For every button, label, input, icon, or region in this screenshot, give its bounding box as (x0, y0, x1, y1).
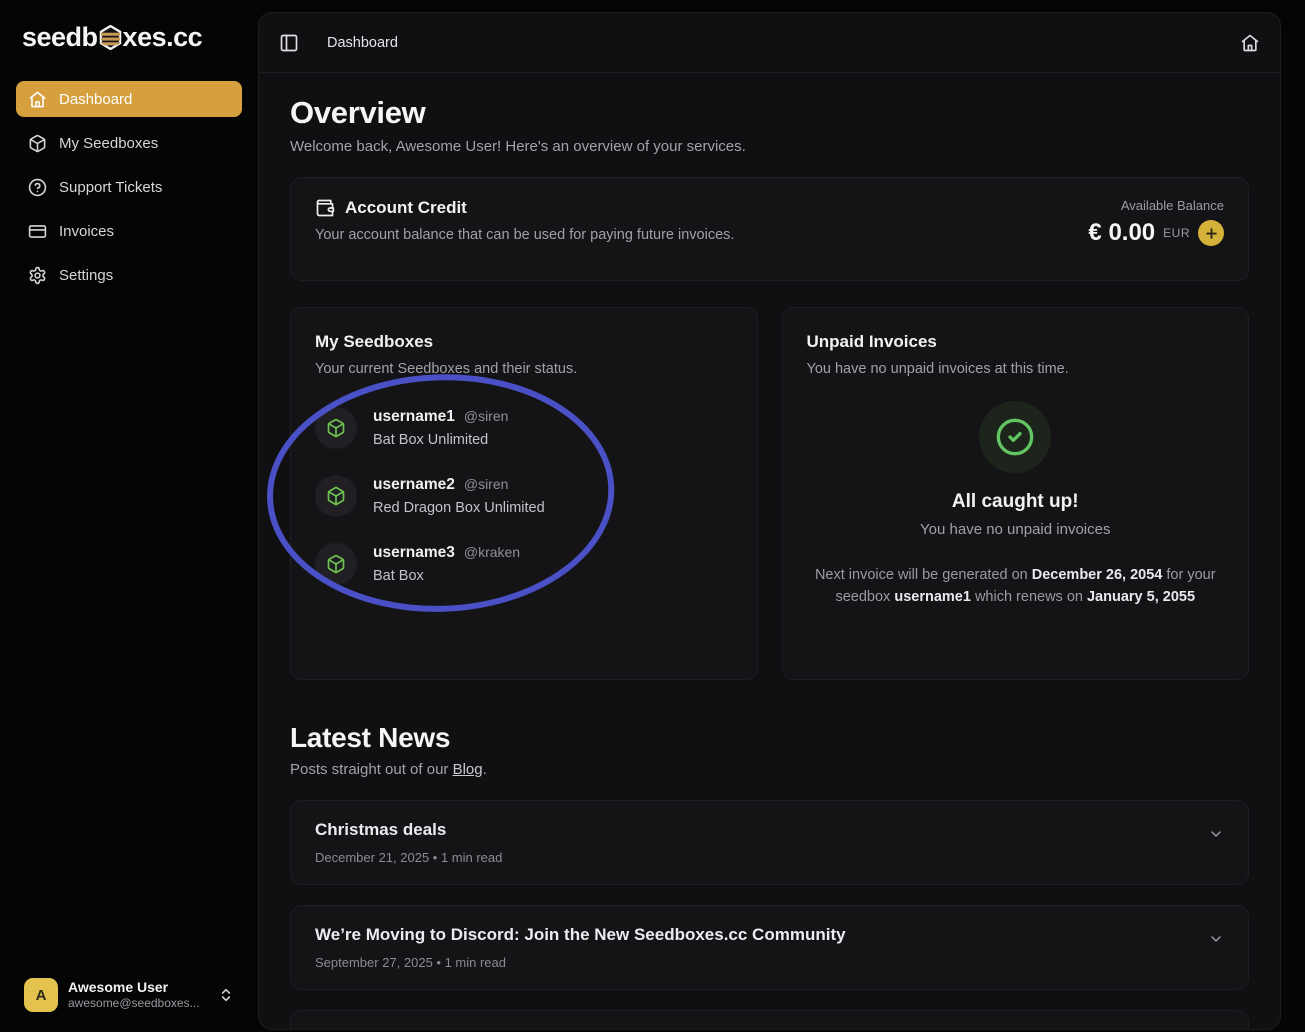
logo-text-suffix: xes.cc (123, 22, 203, 53)
chevrons-up-down-icon (218, 987, 234, 1003)
next-invoice-text: Next invoice will be generated on Decemb… (807, 564, 1225, 609)
news-item-body: Christmas deals December 21, 2025 • 1 mi… (315, 820, 502, 865)
account-credit-left: Account Credit Your account balance that… (315, 198, 734, 243)
sidebar-item-label: My Seedboxes (59, 135, 158, 152)
my-seedboxes-card: My Seedboxes Your current Seedboxes and … (290, 307, 758, 680)
help-circle-icon (28, 178, 47, 197)
seedbox-plan: Bat Box (373, 568, 520, 584)
account-credit-card: Account Credit Your account balance that… (290, 177, 1249, 281)
user-name: Awesome User (68, 979, 208, 996)
next-invoice-renew-date: January 5, 2055 (1087, 589, 1195, 605)
box-icon (28, 134, 47, 153)
credit-card-icon (28, 222, 47, 241)
sidebar-item-label: Support Tickets (59, 179, 162, 196)
news-item-title: We’re Moving to Discord: Join the New Se… (315, 925, 846, 945)
box-icon (315, 543, 357, 585)
seedbox-plan: Bat Box Unlimited (373, 432, 508, 448)
latest-news-title: Latest News (290, 722, 1249, 754)
status-subtitle: You have no unpaid invoices (920, 521, 1110, 538)
sidebar-item-support-tickets[interactable]: Support Tickets (16, 169, 242, 205)
gear-icon (28, 266, 47, 285)
user-meta: Awesome User awesome@seedboxes... (68, 979, 208, 1011)
home-icon (28, 90, 47, 109)
account-credit-balance: Available Balance € 0.00 EUR (1088, 198, 1224, 247)
balance-label: Available Balance (1088, 198, 1224, 213)
seedbox-list: username1 @siren Bat Box Unlimited (315, 407, 733, 585)
seedbox-handle: @kraken (464, 544, 520, 560)
news-item[interactable]: We’re Moving to Discord: Join the New Se… (290, 905, 1249, 990)
unpaid-invoices-status: All caught up! You have no unpaid invoic… (807, 401, 1225, 609)
logo-text-prefix: seedb (22, 22, 98, 53)
seedbox-username: username3 (373, 544, 455, 562)
box-icon (315, 475, 357, 517)
bee-hexagon-icon (99, 25, 122, 50)
breadcrumb: Dashboard (327, 35, 398, 51)
blog-link[interactable]: Blog (453, 761, 483, 778)
sidebar-toggle-button[interactable] (279, 33, 299, 53)
news-item[interactable]: Christmas deals December 21, 2025 • 1 mi… (290, 800, 1249, 885)
user-email: awesome@seedboxes... (68, 996, 208, 1012)
wallet-icon (315, 198, 335, 218)
sidebar-item-my-seedboxes[interactable]: My Seedboxes (16, 125, 242, 161)
brand-logo: seedb xes.cc (0, 0, 258, 71)
my-seedboxes-subtitle: Your current Seedboxes and their status. (315, 361, 733, 377)
unpaid-invoices-title: Unpaid Invoices (807, 332, 1225, 352)
avatar: A (24, 978, 58, 1012)
balance-currency: EUR (1163, 226, 1190, 240)
sidebar-item-label: Dashboard (59, 91, 132, 108)
seedbox-handle: @siren (464, 476, 509, 492)
sidebar-item-settings[interactable]: Settings (16, 257, 242, 293)
box-icon (315, 407, 357, 449)
seedbox-list-item[interactable]: username2 @siren Red Dragon Box Unlimite… (315, 475, 733, 517)
add-credit-button[interactable] (1198, 220, 1224, 246)
news-item-body: We’re Moving to Discord: Join the New Se… (315, 925, 846, 970)
dashboard-content: Overview Welcome back, Awesome User! Her… (259, 73, 1280, 1030)
news-subtitle-prefix: Posts straight out of our (290, 761, 453, 778)
next-invoice-prefix: Next invoice will be generated on (815, 567, 1032, 583)
seedbox-plan: Red Dragon Box Unlimited (373, 500, 545, 516)
chevron-down-icon[interactable] (1208, 826, 1224, 842)
seedbox-username: username2 (373, 476, 455, 494)
next-invoice-seedbox: username1 (894, 589, 971, 605)
next-invoice-date: December 26, 2054 (1032, 567, 1163, 583)
chevron-down-icon[interactable] (1208, 931, 1224, 947)
next-invoice-middle2: which renews on (971, 589, 1087, 605)
balance-amount: € 0.00 (1088, 219, 1155, 247)
news-subtitle-suffix: . (483, 761, 487, 778)
unpaid-invoices-card: Unpaid Invoices You have no unpaid invoi… (782, 307, 1250, 680)
sidebar-item-label: Settings (59, 267, 113, 284)
home-button[interactable] (1240, 33, 1260, 53)
news-list: Christmas deals December 21, 2025 • 1 mi… (290, 800, 1249, 1030)
my-seedboxes-title: My Seedboxes (315, 332, 733, 352)
news-item[interactable]: Automatic payments via credit cards Marc… (290, 1010, 1249, 1030)
sidebar-item-label: Invoices (59, 223, 114, 240)
page-subtitle: Welcome back, Awesome User! Here's an ov… (290, 138, 1249, 155)
check-circle-icon (979, 401, 1051, 473)
sidebar-nav: Dashboard My Seedboxes Support Tickets I… (0, 71, 258, 293)
news-item-title: Christmas deals (315, 820, 502, 840)
news-item-meta: September 27, 2025 • 1 min read (315, 955, 846, 970)
sidebar-spacer (0, 293, 258, 962)
topbar: Dashboard (259, 13, 1280, 73)
status-title: All caught up! (952, 491, 1079, 513)
seedbox-username: username1 (373, 408, 455, 426)
news-item-meta: December 21, 2025 • 1 min read (315, 850, 502, 865)
latest-news-subtitle: Posts straight out of our Blog. (290, 761, 1249, 778)
page-title: Overview (290, 95, 1249, 131)
main-content: Dashboard Overview Welcome back, Awesome… (258, 12, 1281, 1030)
brand-logo-text: seedb xes.cc (22, 22, 202, 53)
sidebar-item-invoices[interactable]: Invoices (16, 213, 242, 249)
account-credit-description: Your account balance that can be used fo… (315, 227, 734, 243)
seedbox-list-item[interactable]: username3 @kraken Bat Box (315, 543, 733, 585)
seedbox-list-item[interactable]: username1 @siren Bat Box Unlimited (315, 407, 733, 449)
account-credit-title: Account Credit (345, 198, 467, 218)
sidebar-item-dashboard[interactable]: Dashboard (16, 81, 242, 117)
cards-grid: My Seedboxes Your current Seedboxes and … (290, 307, 1249, 680)
sidebar: seedb xes.cc Dashboard (0, 0, 258, 1032)
user-menu-button[interactable]: A Awesome User awesome@seedboxes... (16, 972, 242, 1018)
unpaid-invoices-subtitle: You have no unpaid invoices at this time… (807, 361, 1225, 377)
seedbox-handle: @siren (464, 408, 509, 424)
